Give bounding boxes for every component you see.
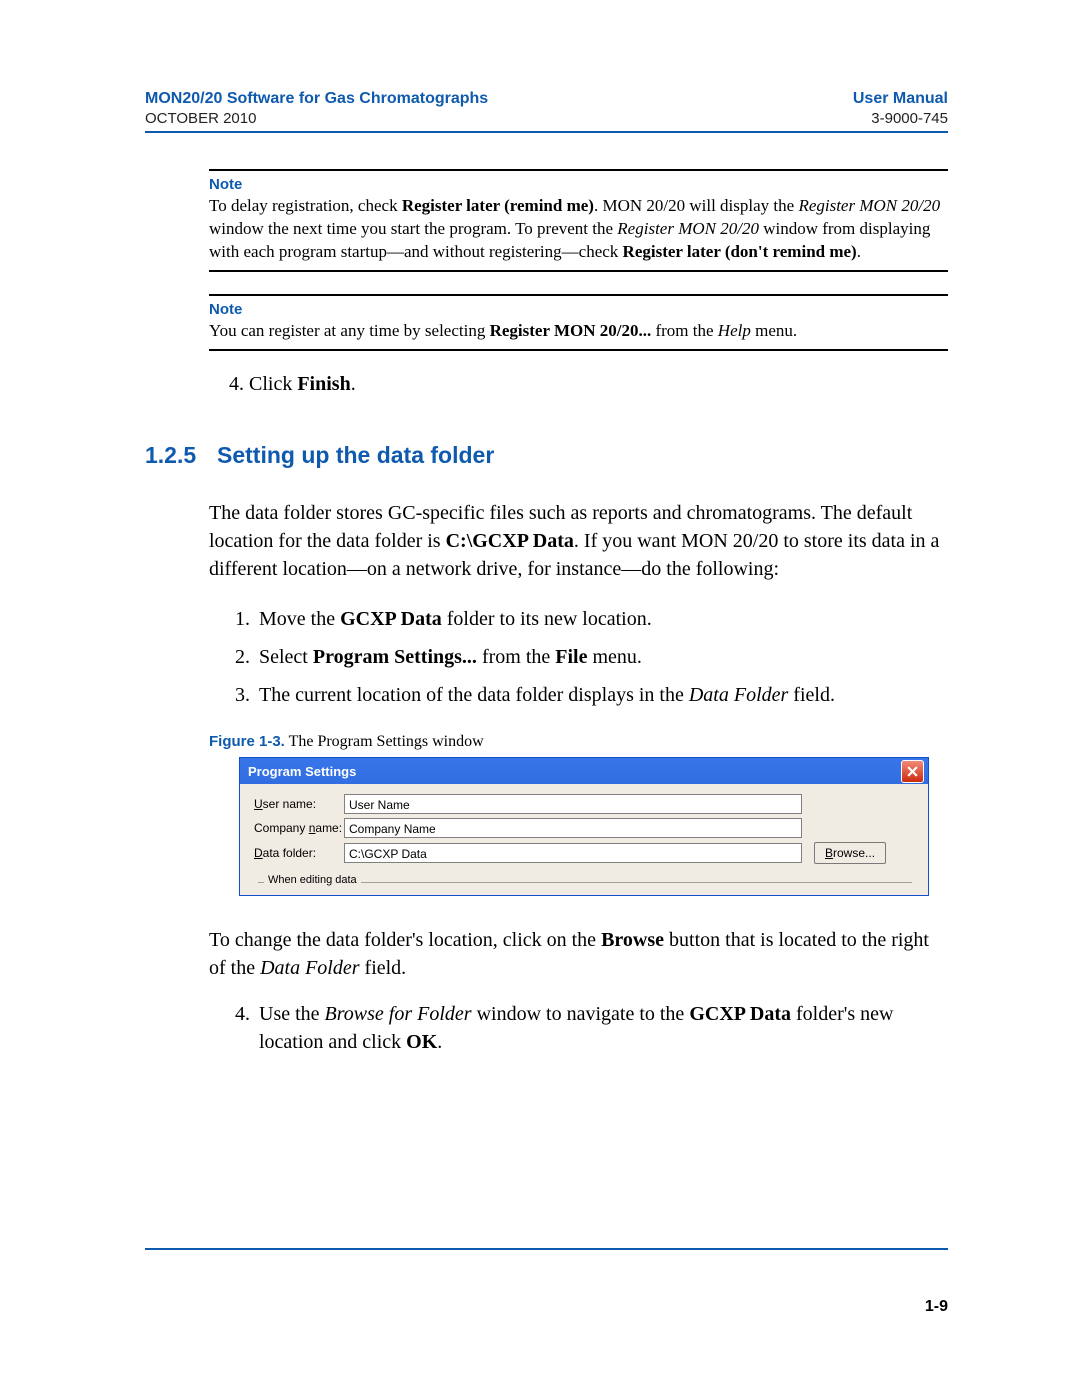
page-number: 1-9 (925, 1298, 948, 1316)
li3-num: 3. (235, 681, 259, 709)
figure-label: Figure 1-3. (209, 733, 285, 750)
footer-rule (145, 1248, 948, 1250)
s4b-a: Use the (259, 1003, 325, 1025)
li2-a: Select (259, 646, 313, 668)
figure-text: The Program Settings window (285, 733, 484, 750)
note-box-2: Note You can register at any time by sel… (209, 294, 948, 351)
li3-a: The current location of the data folder … (259, 684, 689, 706)
company-name-row: Company name: Company Name (254, 818, 916, 838)
step-4-finish: 4. Click Finish. (229, 373, 948, 396)
note2-text2: from the (651, 321, 718, 340)
list-item: 2. Select Program Settings... from the F… (235, 643, 948, 671)
s4b-f: OK (406, 1031, 437, 1053)
s4b-d: GCXP Data (689, 1003, 791, 1025)
company-name-input[interactable]: Company Name (344, 818, 802, 838)
company-name-label: Company name: (254, 821, 344, 835)
step4-num: 4. (229, 373, 249, 395)
note-box-1: Note To delay registration, check Regist… (209, 169, 948, 272)
browse-rest: rowse... (833, 846, 875, 860)
li1-c: folder to its new location. (442, 608, 652, 630)
close-icon (907, 766, 918, 777)
s4b-b: Browse for Folder (325, 1003, 472, 1025)
li2-num: 2. (235, 643, 259, 671)
post-e: field. (360, 957, 407, 979)
li2-e: menu. (587, 646, 641, 668)
note1-text2: . MON 20/20 will display the (594, 196, 798, 215)
post-d: Data Folder (260, 957, 359, 979)
note1-italic1: Register MON 20/20 (798, 196, 940, 215)
li1-num: 1. (235, 605, 259, 633)
note-head-1: Note (209, 175, 948, 195)
user-name-label: User name: (254, 797, 344, 811)
section-heading: 1.2.5Setting up the data folder (145, 442, 948, 469)
note1-italic2: Register MON 20/20 (617, 219, 759, 238)
user-name-input[interactable]: User Name (344, 794, 802, 814)
data-folder-row: Data folder: C:\GCXP Data Browse... (254, 842, 916, 864)
data-folder-input[interactable]: C:\GCXP Data (344, 843, 802, 863)
note1-text: To delay registration, check (209, 196, 402, 215)
li1-b: GCXP Data (340, 608, 442, 630)
company-label-pre: Company (254, 821, 309, 835)
step-4-browse: 4. Use the Browse for Folder window to n… (209, 1000, 948, 1056)
program-settings-window: Program Settings User name: User Name Co… (239, 757, 929, 896)
window-title: Program Settings (248, 764, 356, 779)
list-item: 3. The current location of the data fold… (235, 681, 948, 709)
user-name-row: User name: User Name (254, 794, 916, 814)
li1-a: Move the (259, 608, 340, 630)
s4b-g: . (437, 1031, 442, 1053)
company-label-post: ame: (315, 821, 342, 835)
note-head-2: Note (209, 300, 948, 320)
figure-caption: Figure 1-3. The Program Settings window (209, 733, 948, 751)
list-item: 4. Use the Browse for Folder window to n… (235, 1000, 948, 1056)
section-intro: The data folder stores GC-specific files… (209, 499, 948, 709)
ordered-list: 1. Move the GCXP Data folder to its new … (209, 605, 948, 709)
browse-button[interactable]: Browse... (814, 842, 886, 864)
li2-b: Program Settings... (313, 646, 477, 668)
li3-b: Data Folder (689, 684, 788, 706)
step4-bold: Finish (297, 373, 350, 395)
section-number: 1.2.5 (145, 442, 217, 469)
section-title: Setting up the data folder (217, 442, 494, 468)
post-b: Browse (601, 929, 664, 951)
header-rule (145, 131, 948, 133)
window-body: User name: User Name Company name: Compa… (240, 784, 928, 895)
window-titlebar: Program Settings (240, 758, 928, 784)
s4b-c: window to navigate to the (472, 1003, 690, 1025)
note2-text3: menu. (751, 321, 797, 340)
doc-type: User Manual (853, 90, 948, 108)
note2-text1: You can register at any time by selectin… (209, 321, 490, 340)
note2-italic: Help (718, 321, 751, 340)
list-item: 1. Move the GCXP Data folder to its new … (235, 605, 948, 633)
doc-number: 3-9000-745 (871, 110, 948, 127)
data-label-u: D (254, 846, 263, 860)
user-label-u: U (254, 797, 263, 811)
doc-date: OCTOBER 2010 (145, 110, 256, 127)
data-label-rest: ata folder: (263, 846, 316, 860)
header-top-row: MON20/20 Software for Gas Chromatographs… (145, 90, 948, 108)
li3-c: field. (788, 684, 835, 706)
step4-a: Click (249, 373, 297, 395)
data-folder-label: Data folder: (254, 846, 344, 860)
step4b-num: 4. (235, 1000, 259, 1056)
note1-text3: window the next time you start the progr… (209, 219, 617, 238)
groupbox-title: When editing data (264, 874, 361, 886)
note1-bold1: Register later (remind me) (402, 196, 594, 215)
close-button[interactable] (901, 760, 924, 783)
user-label-rest: ser name: (263, 797, 316, 811)
doc-title: MON20/20 Software for Gas Chromatographs (145, 90, 488, 108)
note1-text5: . (857, 242, 861, 261)
header-sub-row: OCTOBER 2010 3-9000-745 (145, 110, 948, 127)
browse-u: B (825, 846, 833, 860)
intro-b: C:\GCXP Data (446, 530, 574, 552)
groupbox-cutoff: When editing data (258, 882, 912, 895)
li2-c: from the (477, 646, 555, 668)
post-figure-text: To change the data folder's location, cl… (209, 926, 948, 982)
li2-d: File (555, 646, 587, 668)
note2-bold: Register MON 20/20... (490, 321, 652, 340)
post-a: To change the data folder's location, cl… (209, 929, 601, 951)
step4-c: . (351, 373, 356, 395)
note1-bold2: Register later (don't remind me) (623, 242, 857, 261)
